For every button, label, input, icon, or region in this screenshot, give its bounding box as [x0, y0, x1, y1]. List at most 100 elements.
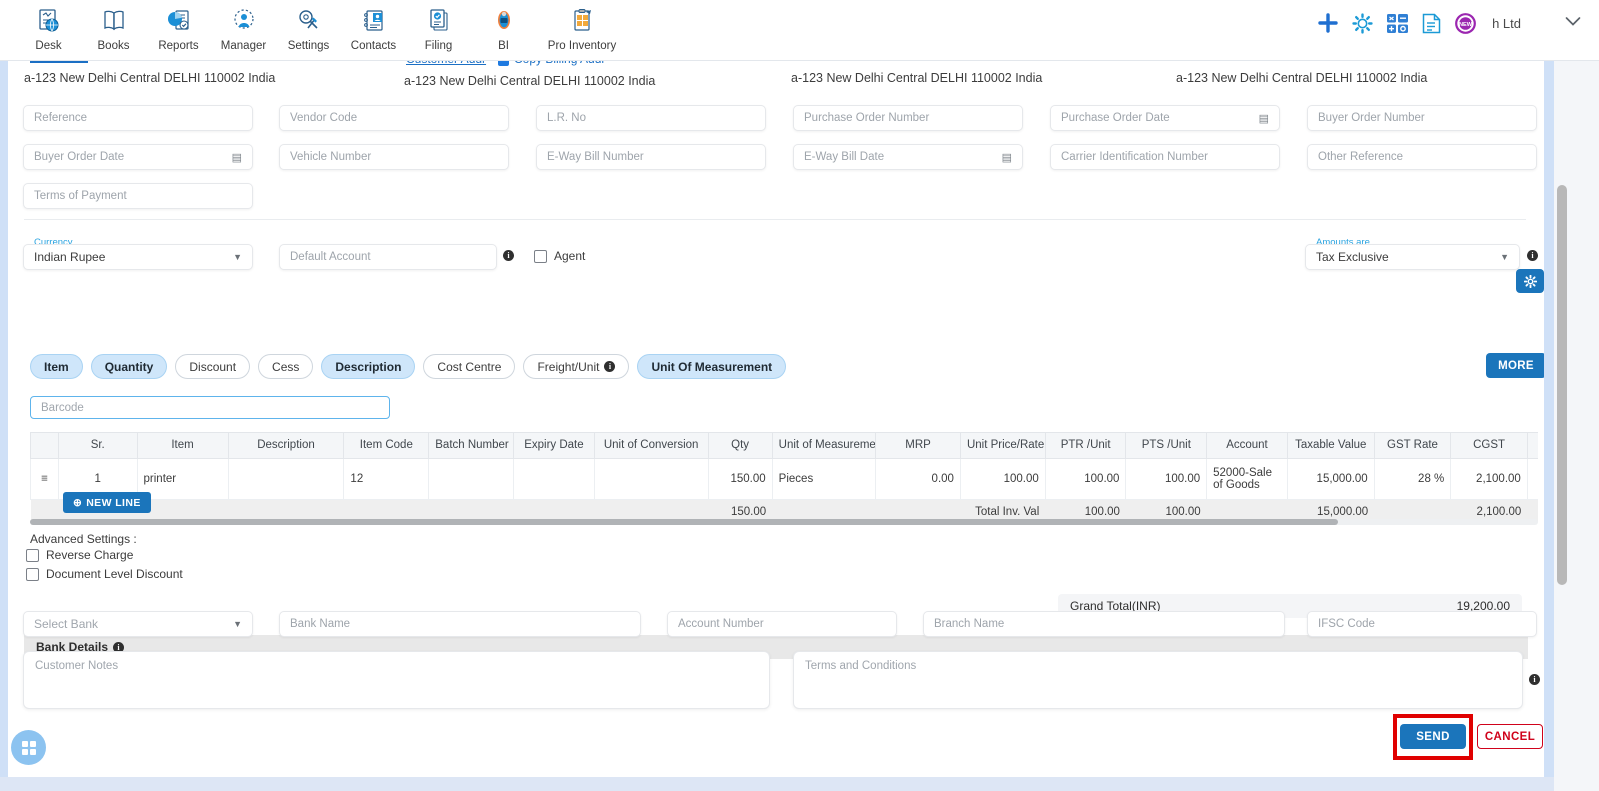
page-scrollbar-thumb[interactable] — [1557, 185, 1567, 585]
account-number-field[interactable]: Account Number — [667, 611, 897, 637]
reverse-charge-row[interactable]: Reverse Charge — [26, 548, 133, 562]
nav-item-pro-inventory[interactable]: Pro Inventory — [536, 0, 628, 52]
copy-billing-addr-checkbox[interactable] — [498, 61, 509, 66]
nav-item-contacts[interactable]: Contacts — [341, 0, 406, 52]
chip-cost-centre[interactable]: Cost Centre — [423, 354, 516, 379]
amounts-are-info-icon[interactable]: i — [1527, 250, 1538, 261]
eway-bill-date-field[interactable]: E-Way Bill Date ▤ — [793, 144, 1023, 170]
default-account-info-icon[interactable]: i — [503, 250, 514, 261]
th-account[interactable]: Account — [1206, 433, 1288, 459]
chip-unit-of-measurement[interactable]: Unit Of Measurement — [637, 354, 787, 379]
barcode-input[interactable]: Barcode — [30, 396, 390, 419]
notes-icon[interactable] — [1422, 13, 1441, 34]
other-reference-field[interactable]: Other Reference — [1307, 144, 1537, 170]
th-ptr-unit[interactable]: PTR /Unit — [1044, 433, 1127, 459]
carrier-identification-number-field[interactable]: Carrier Identification Number — [1050, 144, 1280, 170]
purchase-order-date-field[interactable]: Purchase Order Date ▤ — [1050, 105, 1280, 131]
default-account-field[interactable]: Default Account — [279, 244, 497, 270]
th-qty[interactable]: Qty — [707, 433, 773, 459]
cell-unit-of-conversion[interactable] — [593, 457, 709, 500]
customer-addr-link[interactable]: Customer Addr — [406, 61, 486, 66]
table-hscroll-thumb[interactable] — [30, 519, 1338, 525]
buyer-order-number-field[interactable]: Buyer Order Number — [1307, 105, 1537, 131]
cell-pts-unit[interactable]: 100.00 — [1125, 457, 1208, 500]
th-unit-of-measurement[interactable]: Unit of Measurement — [771, 433, 877, 459]
row-drag-handle[interactable]: ≡ — [30, 457, 59, 500]
th-expiry-date[interactable]: Expiry Date — [513, 433, 595, 459]
calendar-icon[interactable]: ▤ — [1259, 112, 1269, 125]
company-name[interactable]: h Ltd — [1492, 16, 1521, 31]
customer-notes-textarea[interactable]: Customer Notes — [23, 651, 770, 709]
th-pts-unit[interactable]: PTS /Unit — [1125, 433, 1208, 459]
cell-taxable-value[interactable]: 15,000.00 — [1286, 457, 1375, 500]
nav-item-bi[interactable]: BI — [471, 0, 536, 52]
chip-item[interactable]: Item — [30, 354, 83, 379]
bank-name-field[interactable]: Bank Name — [279, 611, 641, 637]
nav-item-settings[interactable]: Settings — [276, 0, 341, 52]
th-gst-rate[interactable]: GST Rate — [1373, 433, 1452, 459]
cell-description[interactable] — [227, 457, 345, 500]
app-launcher-button[interactable] — [11, 730, 46, 765]
vehicle-number-field[interactable]: Vehicle Number — [279, 144, 509, 170]
th-sgst[interactable]: SG — [1526, 433, 1538, 459]
ifsc-code-field[interactable]: IFSC Code — [1307, 611, 1537, 637]
calendar-icon[interactable]: ▤ — [1002, 151, 1012, 164]
gear-icon[interactable] — [1352, 12, 1373, 34]
more-button[interactable]: MORE — [1486, 353, 1544, 378]
agent-checkbox[interactable] — [534, 249, 547, 263]
cell-gst-rate[interactable]: 28 % — [1373, 457, 1452, 500]
reverse-charge-checkbox[interactable] — [26, 548, 39, 562]
chevron-down-icon[interactable] — [1565, 16, 1581, 30]
cell-unit-of-measurement[interactable]: Pieces — [771, 457, 877, 500]
apps-icon[interactable] — [1387, 13, 1409, 33]
th-sr[interactable]: Sr. — [57, 433, 138, 459]
eway-bill-number-field[interactable]: E-Way Bill Number — [536, 144, 766, 170]
buyer-order-date-field[interactable]: Buyer Order Date ▤ — [23, 144, 253, 170]
cell-qty[interactable]: 150.00 — [707, 457, 773, 500]
select-bank-dropdown[interactable]: Select Bank ▼ — [23, 611, 253, 637]
th-taxable-value[interactable]: Taxable Value — [1286, 433, 1375, 459]
cell-mrp[interactable]: 0.00 — [875, 457, 961, 500]
nav-item-manager[interactable]: Manager — [211, 0, 276, 52]
chip-description[interactable]: Description — [321, 354, 416, 379]
terms-info-icon[interactable]: i — [1529, 674, 1540, 685]
column-settings-button[interactable] — [1516, 269, 1544, 293]
copy-billing-addr-label[interactable]: Copy Billing Addr — [514, 61, 605, 66]
cell-sgst[interactable] — [1526, 457, 1538, 500]
chip-cess[interactable]: Cess — [258, 354, 314, 379]
cell-expiry-date[interactable] — [513, 457, 595, 500]
freight-info-icon[interactable]: i — [604, 361, 616, 372]
agent-checkbox-row[interactable]: Agent — [534, 249, 585, 263]
vendor-code-field[interactable]: Vendor Code — [279, 105, 509, 131]
table-row[interactable]: ≡ 1 printer 12 150.00 Pieces 0.00 100.00… — [30, 457, 1538, 500]
new-line-button[interactable]: ⊕ NEW LINE — [63, 492, 151, 513]
cancel-button[interactable]: CANCEL — [1477, 724, 1543, 749]
th-mrp[interactable]: MRP — [875, 433, 961, 459]
amounts-are-select[interactable]: Tax Exclusive ▼ — [1305, 244, 1520, 270]
cell-batch-number[interactable] — [428, 457, 515, 500]
nav-item-desk[interactable]: Desk — [16, 0, 81, 52]
th-unit-of-conversion[interactable]: Unit of Conversion — [593, 433, 709, 459]
th-description[interactable]: Description — [227, 433, 345, 459]
th-cgst[interactable]: CGST — [1450, 433, 1528, 459]
th-item[interactable]: Item — [136, 433, 229, 459]
lr-no-field[interactable]: L.R. No — [536, 105, 766, 131]
purchase-order-number-field[interactable]: Purchase Order Number — [793, 105, 1023, 131]
new-badge-icon[interactable]: NEW — [1455, 12, 1476, 34]
cell-unit-price-rate[interactable]: 100.00 — [959, 457, 1046, 500]
chip-discount[interactable]: Discount — [175, 354, 251, 379]
cell-ptr-unit[interactable]: 100.00 — [1044, 457, 1127, 500]
cell-item-code[interactable]: 12 — [343, 457, 430, 500]
currency-select[interactable]: Indian Rupee ▼ — [23, 244, 253, 270]
branch-name-field[interactable]: Branch Name — [923, 611, 1285, 637]
cell-cgst[interactable]: 2,100.00 — [1450, 457, 1528, 500]
th-batch-number[interactable]: Batch Number — [428, 433, 515, 459]
nav-item-filing[interactable]: Filing — [406, 0, 471, 52]
document-level-discount-checkbox[interactable] — [26, 567, 39, 581]
calendar-icon[interactable]: ▤ — [232, 151, 242, 164]
cell-account[interactable]: 52000-Sale of Goods — [1206, 457, 1288, 500]
nav-item-books[interactable]: Books — [81, 0, 146, 52]
terms-and-conditions-textarea[interactable]: Terms and Conditions — [793, 651, 1523, 709]
chip-quantity[interactable]: Quantity — [90, 354, 168, 379]
reference-field[interactable]: Reference — [23, 105, 253, 131]
